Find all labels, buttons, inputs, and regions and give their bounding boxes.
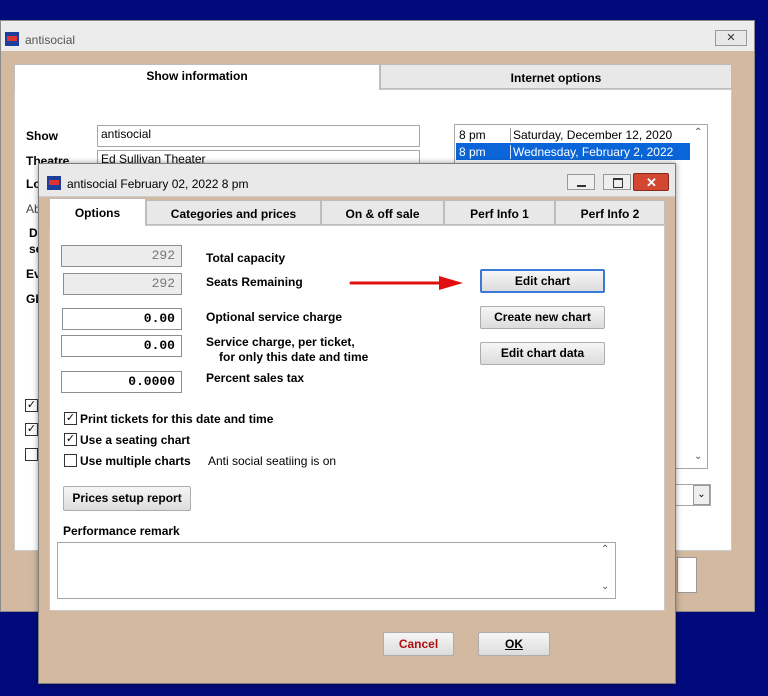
optional-service-charge-label: Optional service charge	[206, 310, 343, 324]
seats-remaining-field: 292	[63, 273, 182, 295]
back-button-partial[interactable]	[677, 557, 697, 593]
performance-date: Saturday, December 12, 2020	[510, 128, 672, 142]
performance-time: 8 pm	[459, 128, 486, 142]
performance-row[interactable]: 8 pm Saturday, December 12, 2020	[456, 126, 690, 143]
close-icon: ✕	[646, 175, 657, 190]
tab-categories-and-prices[interactable]: Categories and prices	[146, 200, 321, 225]
performance-date: Wednesday, February 2, 2022	[510, 145, 673, 159]
scroll-down-icon[interactable]: ⌄	[601, 581, 609, 592]
maximize-icon	[613, 178, 623, 188]
back-dropdown[interactable]: ⌄	[671, 484, 711, 506]
minimize-icon	[577, 185, 586, 187]
tab-show-information[interactable]: Show information	[14, 64, 380, 90]
percent-sales-tax-label: Percent sales tax	[206, 371, 305, 385]
use-multiple-charts-checkbox[interactable]	[64, 454, 77, 467]
scroll-down-icon[interactable]: ⌄	[694, 451, 702, 462]
seats-remaining-label: Seats Remaining	[206, 275, 303, 289]
service-charge-per-ticket-label: Service charge, per ticket,	[206, 335, 355, 349]
use-seating-chart-checkbox[interactable]: ✓	[64, 433, 77, 446]
print-tickets-checkbox[interactable]: ✓	[64, 412, 77, 425]
prices-setup-report-button[interactable]: Prices setup report	[63, 486, 191, 511]
tab-on-off-sale[interactable]: On & off sale	[321, 200, 444, 225]
ok-button[interactable]: OK	[478, 632, 550, 656]
dialog-title: antisocial February 02, 2022 8 pm	[67, 177, 249, 191]
arrow-head	[439, 276, 463, 290]
service-charge-per-ticket-label-2: for only this date and time	[219, 350, 369, 364]
minimize-button[interactable]	[567, 174, 595, 190]
tab-internet-options[interactable]: Internet options	[380, 64, 732, 89]
use-seating-chart-label: Use a seating chart	[80, 433, 191, 447]
scroll-up-icon[interactable]: ⌃	[601, 544, 609, 555]
back-window-close-button[interactable]: ✕	[715, 30, 747, 46]
app-logo-icon	[47, 176, 61, 190]
optional-service-charge-field[interactable]: 0.00	[62, 308, 182, 330]
scroll-up-icon[interactable]: ⌃	[694, 127, 702, 138]
use-multiple-charts-label: Use multiple charts	[80, 454, 191, 468]
remark-scrollbar[interactable]: ⌃ ⌄	[598, 543, 614, 598]
maximize-button[interactable]	[603, 174, 631, 190]
performance-remark-textarea[interactable]	[57, 542, 616, 599]
show-name-input[interactable]: antisocial	[97, 125, 420, 147]
edit-chart-button[interactable]: Edit chart	[480, 269, 605, 293]
back-window-titlebar: antisocial ✕	[1, 21, 754, 51]
performance-row-selected[interactable]: 8 pm Wednesday, February 2, 2022	[456, 143, 690, 160]
dialog-window: antisocial February 02, 2022 8 pm ✕ Opti…	[38, 163, 676, 684]
back-window-title: antisocial	[25, 33, 76, 47]
dropdown-arrow-icon: ⌄	[693, 485, 710, 505]
service-charge-per-ticket-field[interactable]: 0.00	[61, 335, 182, 357]
dialog-close-button[interactable]: ✕	[633, 173, 669, 191]
show-label: Show	[26, 129, 58, 143]
total-capacity-label: Total capacity	[206, 251, 286, 265]
tab-perf-info-1[interactable]: Perf Info 1	[444, 200, 555, 225]
edit-chart-data-button[interactable]: Edit chart data	[480, 342, 605, 365]
percent-sales-tax-field[interactable]: 0.0000	[61, 371, 182, 393]
back-checkbox-3[interactable]	[25, 448, 38, 461]
tab-options[interactable]: Options	[49, 198, 146, 226]
performance-remark-label: Performance remark	[63, 524, 180, 538]
app-logo-icon	[5, 32, 19, 46]
print-tickets-label: Print tickets for this date and time	[80, 412, 274, 426]
cancel-button[interactable]: Cancel	[383, 632, 454, 656]
back-checkbox-1[interactable]: ✓	[25, 399, 38, 412]
back-checkbox-2[interactable]: ✓	[25, 423, 38, 436]
create-new-chart-button[interactable]: Create new chart	[480, 306, 605, 329]
performance-time: 8 pm	[459, 145, 486, 159]
anti-social-note: Anti social seatiing is on	[208, 454, 337, 468]
dialog-titlebar: antisocial February 02, 2022 8 pm ✕	[39, 164, 675, 197]
total-capacity-field: 292	[61, 245, 182, 267]
tab-perf-info-2[interactable]: Perf Info 2	[555, 200, 665, 225]
performance-list-scrollbar[interactable]: ⌃ ⌄	[691, 125, 707, 468]
red-arrow-icon	[349, 276, 463, 290]
